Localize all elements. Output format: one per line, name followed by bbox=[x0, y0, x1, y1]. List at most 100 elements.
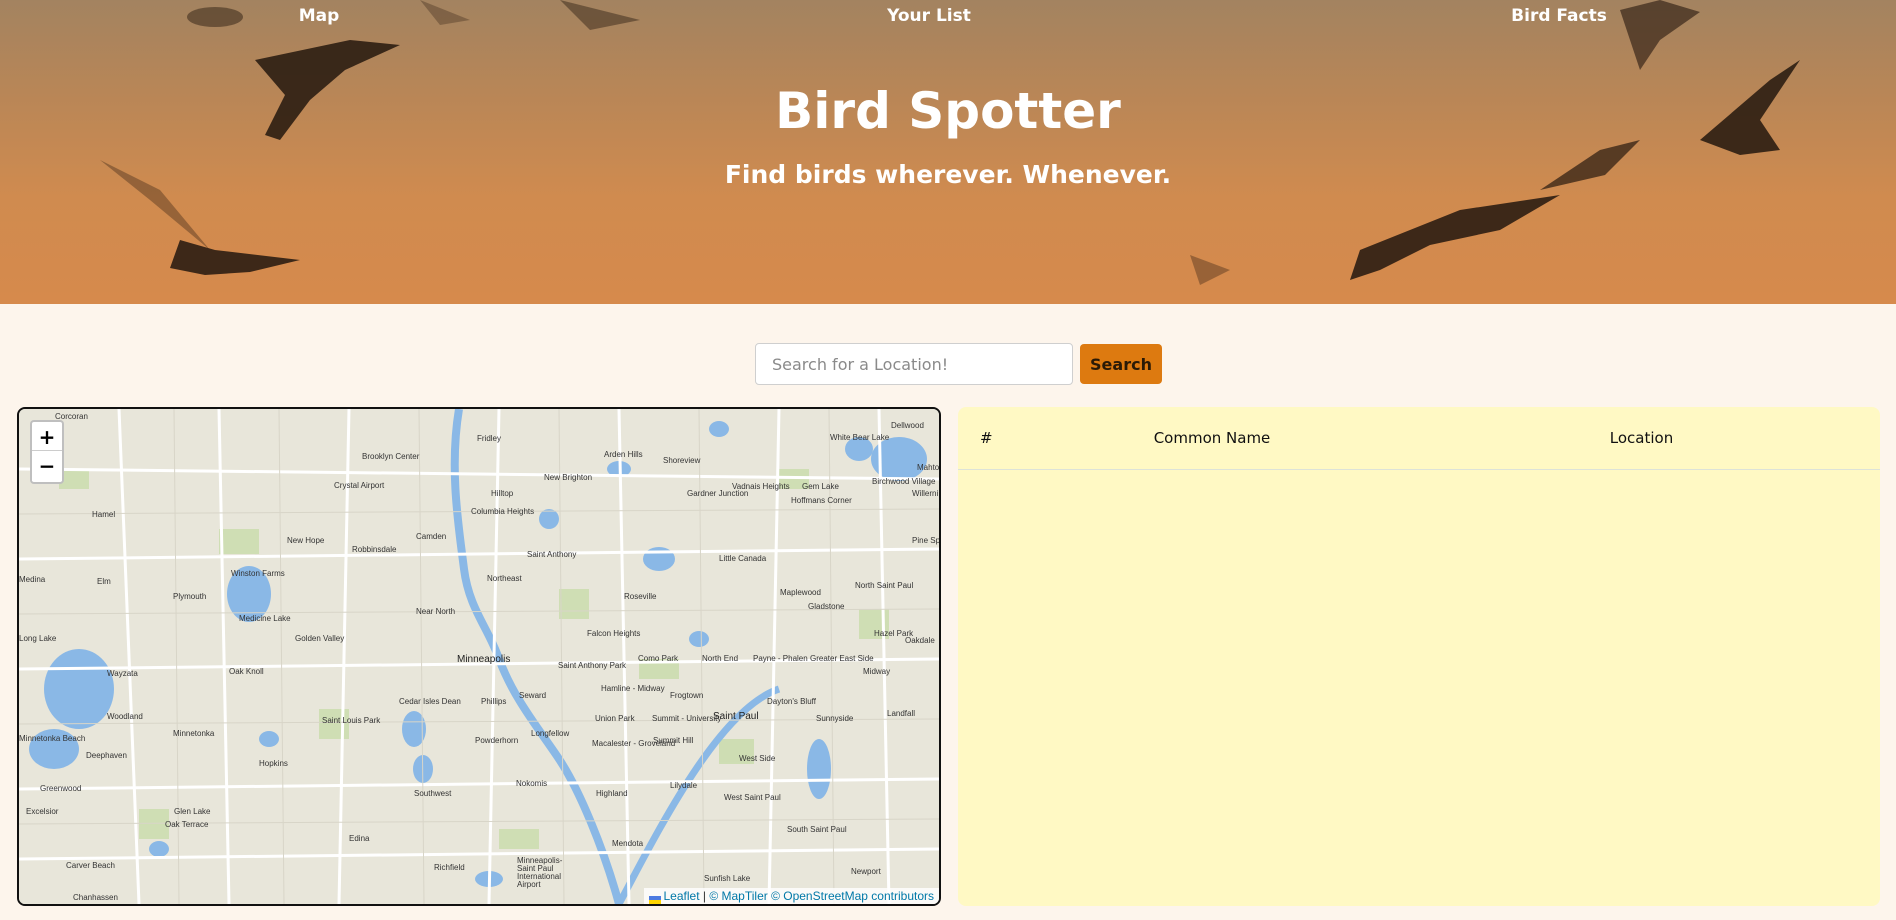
map-place-label: New Hope bbox=[287, 536, 325, 545]
maptiler-link[interactable]: © MapTiler bbox=[709, 889, 767, 903]
map-place-label: Little Canada bbox=[719, 554, 767, 563]
ukraine-flag-icon bbox=[648, 893, 661, 904]
map-place-label: Golden Valley bbox=[295, 634, 345, 643]
map-place-label: Lilydale bbox=[670, 781, 698, 790]
map-place-label: Seward bbox=[519, 691, 547, 700]
map-place-label: Summit - University bbox=[652, 714, 722, 723]
map-place-label: Sunfish Lake bbox=[704, 874, 751, 883]
map-place-label: Saint Anthony bbox=[527, 550, 577, 559]
map-place-label: North End bbox=[702, 654, 739, 663]
map-place-label: Edina bbox=[349, 834, 370, 843]
map-place-label: Minnetonka bbox=[173, 729, 215, 738]
map-place-label: Cedar Isles Dean bbox=[399, 697, 461, 706]
map-place-label: Elm bbox=[97, 577, 111, 586]
osm-link[interactable]: © OpenStreetMap contributors bbox=[771, 889, 934, 903]
column-header-location: Location bbox=[1403, 407, 1880, 470]
map-place-label: Maplewood bbox=[780, 588, 821, 597]
map-place-label: Winston Farms bbox=[231, 569, 285, 578]
map-place-label: Summit Hill bbox=[653, 736, 694, 745]
leaflet-link[interactable]: Leaflet bbox=[664, 889, 700, 903]
map-place-label: West Saint Paul bbox=[724, 793, 781, 802]
map-place-label: Arden Hills bbox=[604, 450, 643, 459]
map-place-label: Nokomis bbox=[516, 779, 548, 788]
map-place-label: Woodland bbox=[107, 712, 143, 721]
map-place-label: Roseville bbox=[624, 592, 657, 601]
map-place-label: Fridley bbox=[477, 434, 502, 443]
map-place-label: Crystal Airport bbox=[334, 481, 385, 490]
map-place-label: South Saint Paul bbox=[787, 825, 847, 834]
map-place-label: North Saint Paul bbox=[855, 581, 914, 590]
nav-map-link[interactable]: Map bbox=[299, 6, 340, 26]
map-place-label: Greenwood bbox=[40, 784, 82, 793]
map-place-label: Minneapolis-Saint Paul International Air… bbox=[517, 856, 563, 889]
map-place-label: Long Lake bbox=[19, 634, 57, 643]
map-place-label: Saint Louis Park bbox=[322, 716, 381, 725]
map-place-label: Hamline - Midway bbox=[601, 684, 665, 693]
zoom-out-button[interactable]: − bbox=[32, 451, 62, 481]
map-place-label: West Side bbox=[739, 754, 776, 763]
map-place-label: Phillips bbox=[481, 697, 507, 706]
bird-table: # Common Name Location bbox=[958, 407, 1880, 470]
map-place-label: Northeast bbox=[487, 574, 522, 583]
map-place-label: Dellwood bbox=[891, 421, 924, 430]
map-place-label: Longfellow bbox=[531, 729, 570, 738]
map-place-label: Greater East Side bbox=[810, 654, 874, 663]
map-place-label: Oakdale bbox=[905, 636, 935, 645]
map-place-label: Birchwood Village bbox=[872, 477, 936, 486]
map-place-label: Brooklyn Center bbox=[362, 452, 420, 461]
flying-birds-image bbox=[100, 0, 1800, 285]
map-place-label: Glen Lake bbox=[174, 807, 211, 816]
map-place-label: Richfield bbox=[434, 863, 465, 872]
nav-bird-facts-link[interactable]: Bird Facts bbox=[1511, 6, 1607, 26]
column-header-common-name: Common Name bbox=[1021, 407, 1403, 470]
map-place-label: Shoreview bbox=[663, 456, 701, 465]
map-place-label: Camden bbox=[416, 532, 447, 541]
page-title: Bird Spotter bbox=[775, 82, 1121, 140]
nav-your-list-link[interactable]: Your List bbox=[887, 6, 971, 26]
map-place-label: Minneapolis bbox=[457, 654, 511, 665]
page-subtitle: Find birds wherever. Whenever. bbox=[724, 160, 1172, 189]
map-place-label: Plymouth bbox=[173, 592, 207, 601]
attribution-separator: | bbox=[699, 889, 710, 903]
map-place-label: Oak Terrace bbox=[165, 820, 209, 829]
map-place-label: Frogtown bbox=[670, 691, 704, 700]
map-place-label: Near North bbox=[416, 607, 456, 616]
map-place-label: Hoffmans Corner bbox=[791, 496, 852, 505]
map-place-label: Willerni bbox=[912, 489, 939, 498]
map-place-label: New Brighton bbox=[544, 473, 593, 482]
map-place-label: Robbinsdale bbox=[352, 545, 397, 554]
map-place-label: Como Park bbox=[638, 654, 679, 663]
map-place-label: Mahto bbox=[917, 463, 940, 472]
map-place-label: Newport bbox=[851, 867, 881, 876]
map-place-label: Southwest bbox=[414, 789, 452, 798]
map-attribution: Leaflet | © MapTiler © OpenStreetMap con… bbox=[643, 888, 939, 904]
map-place-label: Mendota bbox=[612, 839, 644, 848]
map-place-label: Hilltop bbox=[491, 489, 514, 498]
map-place-label: Saint Anthony Park bbox=[558, 661, 627, 670]
zoom-in-button[interactable]: + bbox=[32, 422, 62, 451]
map-place-label: Oak Knoll bbox=[229, 667, 264, 676]
map-place-label: Dayton's Bluff bbox=[767, 697, 816, 706]
map-place-label: Carver Beach bbox=[66, 861, 115, 870]
map-place-label: Minnetonka Beach bbox=[19, 734, 86, 743]
column-header-number: # bbox=[958, 407, 1021, 470]
map-place-label: White Bear Lake bbox=[830, 433, 890, 442]
top-nav: Map Your List Bird Facts bbox=[0, 6, 1896, 30]
map-place-label: Gardner Junction bbox=[687, 489, 749, 498]
map-place-label: Payne - Phalen bbox=[753, 654, 808, 663]
map-place-label: Medina bbox=[19, 575, 46, 584]
map-place-label: Excelsior bbox=[26, 807, 59, 816]
map-place-label: Highland bbox=[596, 789, 628, 798]
map-place-label: Columbia Heights bbox=[471, 507, 535, 516]
map-place-label: Falcon Heights bbox=[587, 629, 641, 638]
hero-banner: Map Your List Bird Facts Bird Spotter Fi… bbox=[0, 0, 1896, 304]
table-header-row: # Common Name Location bbox=[958, 407, 1880, 470]
map-place-label: Chanhassen bbox=[73, 893, 118, 902]
map-place-label: Hamel bbox=[92, 510, 116, 519]
zoom-control: + − bbox=[30, 420, 64, 484]
map-view[interactable]: Corcoran Fridley Brooklyn Center Arden H… bbox=[17, 407, 941, 906]
location-search-input[interactable] bbox=[755, 343, 1073, 385]
search-button[interactable]: Search bbox=[1080, 344, 1162, 384]
map-place-label: Gladstone bbox=[808, 602, 845, 611]
map-place-label: Medicine Lake bbox=[239, 614, 291, 623]
